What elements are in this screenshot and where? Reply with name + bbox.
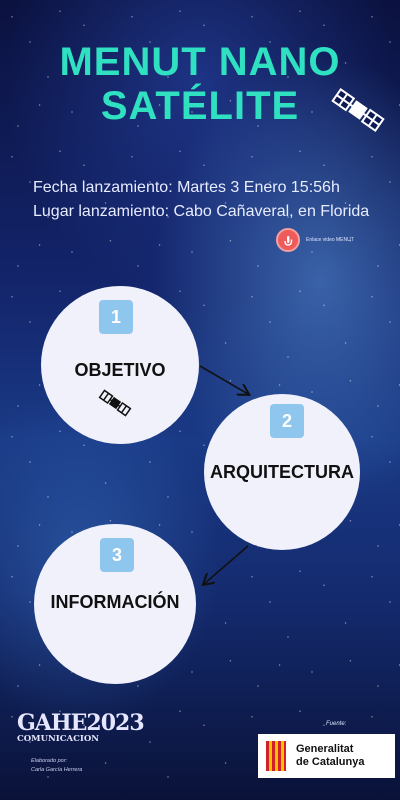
arrow-1-to-2	[199, 365, 248, 394]
step-objetivo[interactable]: 1 OBJETIVO	[41, 286, 199, 444]
step-label: INFORMACIÓN	[50, 592, 180, 612]
generalitat-line-2: de Catalunya	[296, 756, 365, 768]
step-label: ARQUITECTURA	[210, 462, 354, 482]
gahe-logo: GAHE2023 COMUNICACION	[17, 710, 145, 744]
step-number-badge: 1	[99, 300, 133, 334]
catalan-flag-icon	[266, 741, 286, 771]
gahe-logo-main: GAHE2023	[17, 710, 145, 736]
credit-author: Carla García Herrera	[31, 767, 83, 773]
generalitat-line-1: Generalitat	[296, 743, 354, 755]
credit: Elaborado por: Carla García Herrera	[31, 757, 82, 775]
step-label: OBJETIVO	[74, 360, 166, 380]
step-number-badge: 2	[270, 404, 304, 438]
step-number-badge: 3	[100, 538, 134, 572]
step-arquitectura[interactable]: 2 ARQUITECTURA	[204, 394, 360, 550]
source-label: Fuente:	[326, 721, 347, 727]
step-informacion[interactable]: 3 INFORMACIÓN	[34, 524, 196, 684]
arrow-2-to-3	[204, 545, 249, 584]
satellite-icon	[98, 389, 132, 417]
credit-label: Elaborado por:	[31, 758, 68, 764]
generalitat-logo: Generalitat de Catalunya	[258, 734, 395, 778]
gahe-logo-sub: COMUNICACION	[17, 734, 100, 744]
